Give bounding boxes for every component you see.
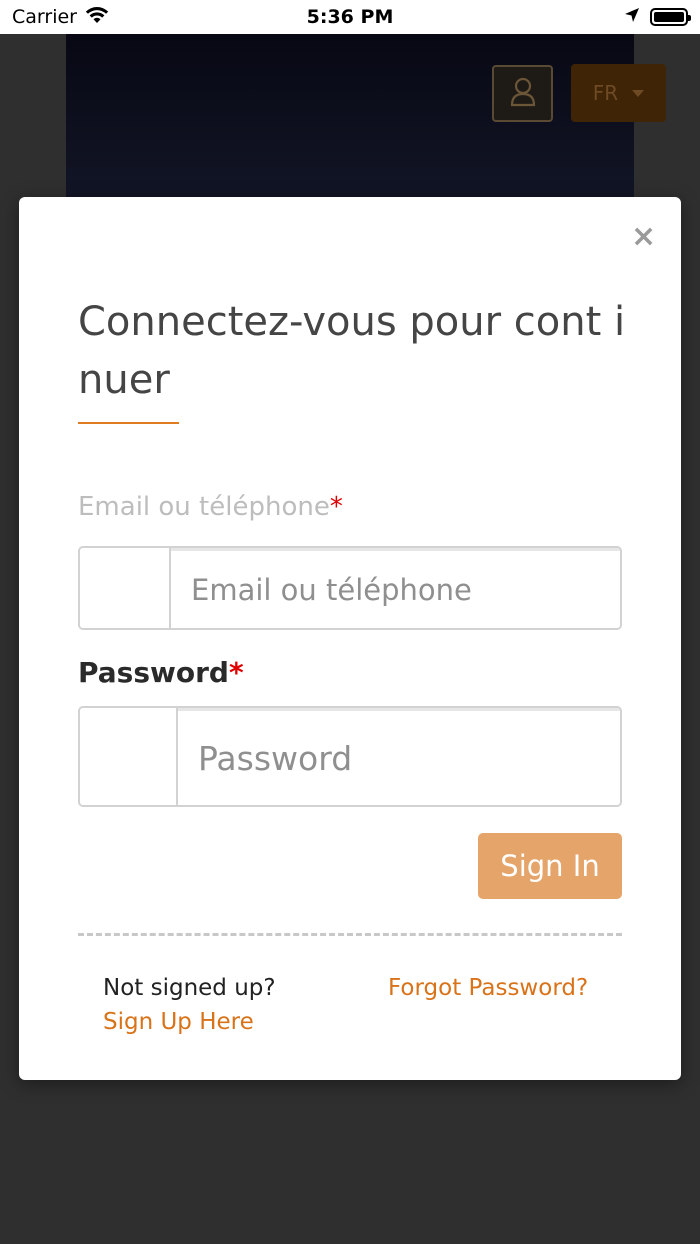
wifi-icon [85,6,109,29]
email-addon [80,548,171,628]
required-mark: * [228,656,244,689]
email-input-group [78,546,622,630]
status-right [468,6,691,28]
forgot-password-link[interactable]: Forgot Password? [388,971,588,1005]
password-addon [80,708,178,805]
email-label-text: Email ou téléphone [78,492,330,522]
location-arrow-icon [624,6,640,28]
password-input-group [78,706,622,807]
email-field[interactable] [171,548,620,628]
password-field[interactable] [178,708,620,805]
email-label: Email ou téléphone* [78,492,343,522]
battery-icon [650,8,691,26]
forgot-password-area: Forgot Password? [388,971,588,1005]
sign-in-button[interactable]: Sign In [478,833,622,899]
sign-up-link[interactable]: Sign Up Here [103,1005,276,1039]
signup-prompt: Not signed up? Sign Up Here [103,971,276,1039]
chevron-down-icon [632,89,645,97]
modal-title: Connectez-vous pour cont inuer [78,299,626,403]
carrier-label: Carrier [12,6,77,28]
status-bar: Carrier 5:36 PM [0,0,700,34]
title-underline [78,422,179,424]
language-label: FR [592,81,619,105]
close-icon[interactable]: × [631,222,656,252]
status-time: 5:36 PM [306,6,394,28]
user-icon [510,77,536,111]
user-account-button[interactable] [492,65,553,122]
not-signed-text: Not signed up? [103,975,276,1001]
required-mark: * [329,492,343,522]
status-left: Carrier [12,6,232,29]
login-modal: × Connectez-vous pour cont inuer Email o… [19,197,681,1080]
password-label: Password* [78,656,244,689]
password-label-text: Password [78,656,229,689]
language-dropdown[interactable]: FR [571,64,666,122]
divider [78,933,622,936]
